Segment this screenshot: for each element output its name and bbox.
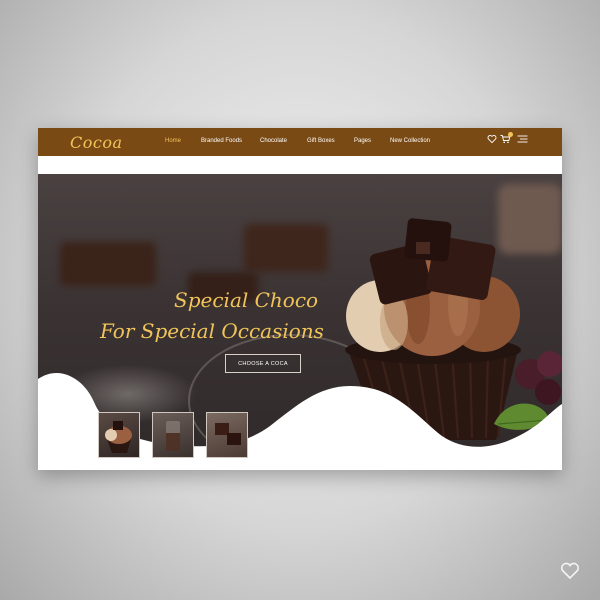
hero-banner: Special Choco For Special Occasions CHOO… xyxy=(38,174,562,470)
nav-item-branded-foods[interactable]: Branded Foods xyxy=(201,138,242,144)
cupcake-thumbnail-image xyxy=(105,421,132,453)
chocolate-thumbnail-image xyxy=(215,423,241,445)
nav-item-pages[interactable]: Pages xyxy=(354,138,371,144)
drink-thumbnail[interactable] xyxy=(152,412,194,458)
nav-item-new-collection[interactable]: New Collection xyxy=(390,138,430,144)
cart-count-badge xyxy=(508,132,513,137)
logo[interactable]: Cocoa xyxy=(70,133,123,152)
heart-watermark-icon xyxy=(560,562,580,580)
drink-thumbnail-image xyxy=(166,421,180,451)
menu-icon[interactable] xyxy=(517,134,528,144)
chocolate-thumbnail[interactable] xyxy=(206,412,248,458)
nav-item-chocolate[interactable]: Chocolate xyxy=(260,138,287,144)
navbar: Cocoa Home Branded Foods Chocolate Gift … xyxy=(38,128,562,156)
website-preview: Cocoa Home Branded Foods Chocolate Gift … xyxy=(38,128,562,470)
header-spacer xyxy=(38,156,562,174)
nav-item-gift-boxes[interactable]: Gift Boxes xyxy=(307,138,335,144)
cupcake-thumbnail[interactable] xyxy=(98,412,140,458)
heart-icon[interactable] xyxy=(487,134,497,144)
nav-item-home[interactable]: Home xyxy=(165,138,181,144)
